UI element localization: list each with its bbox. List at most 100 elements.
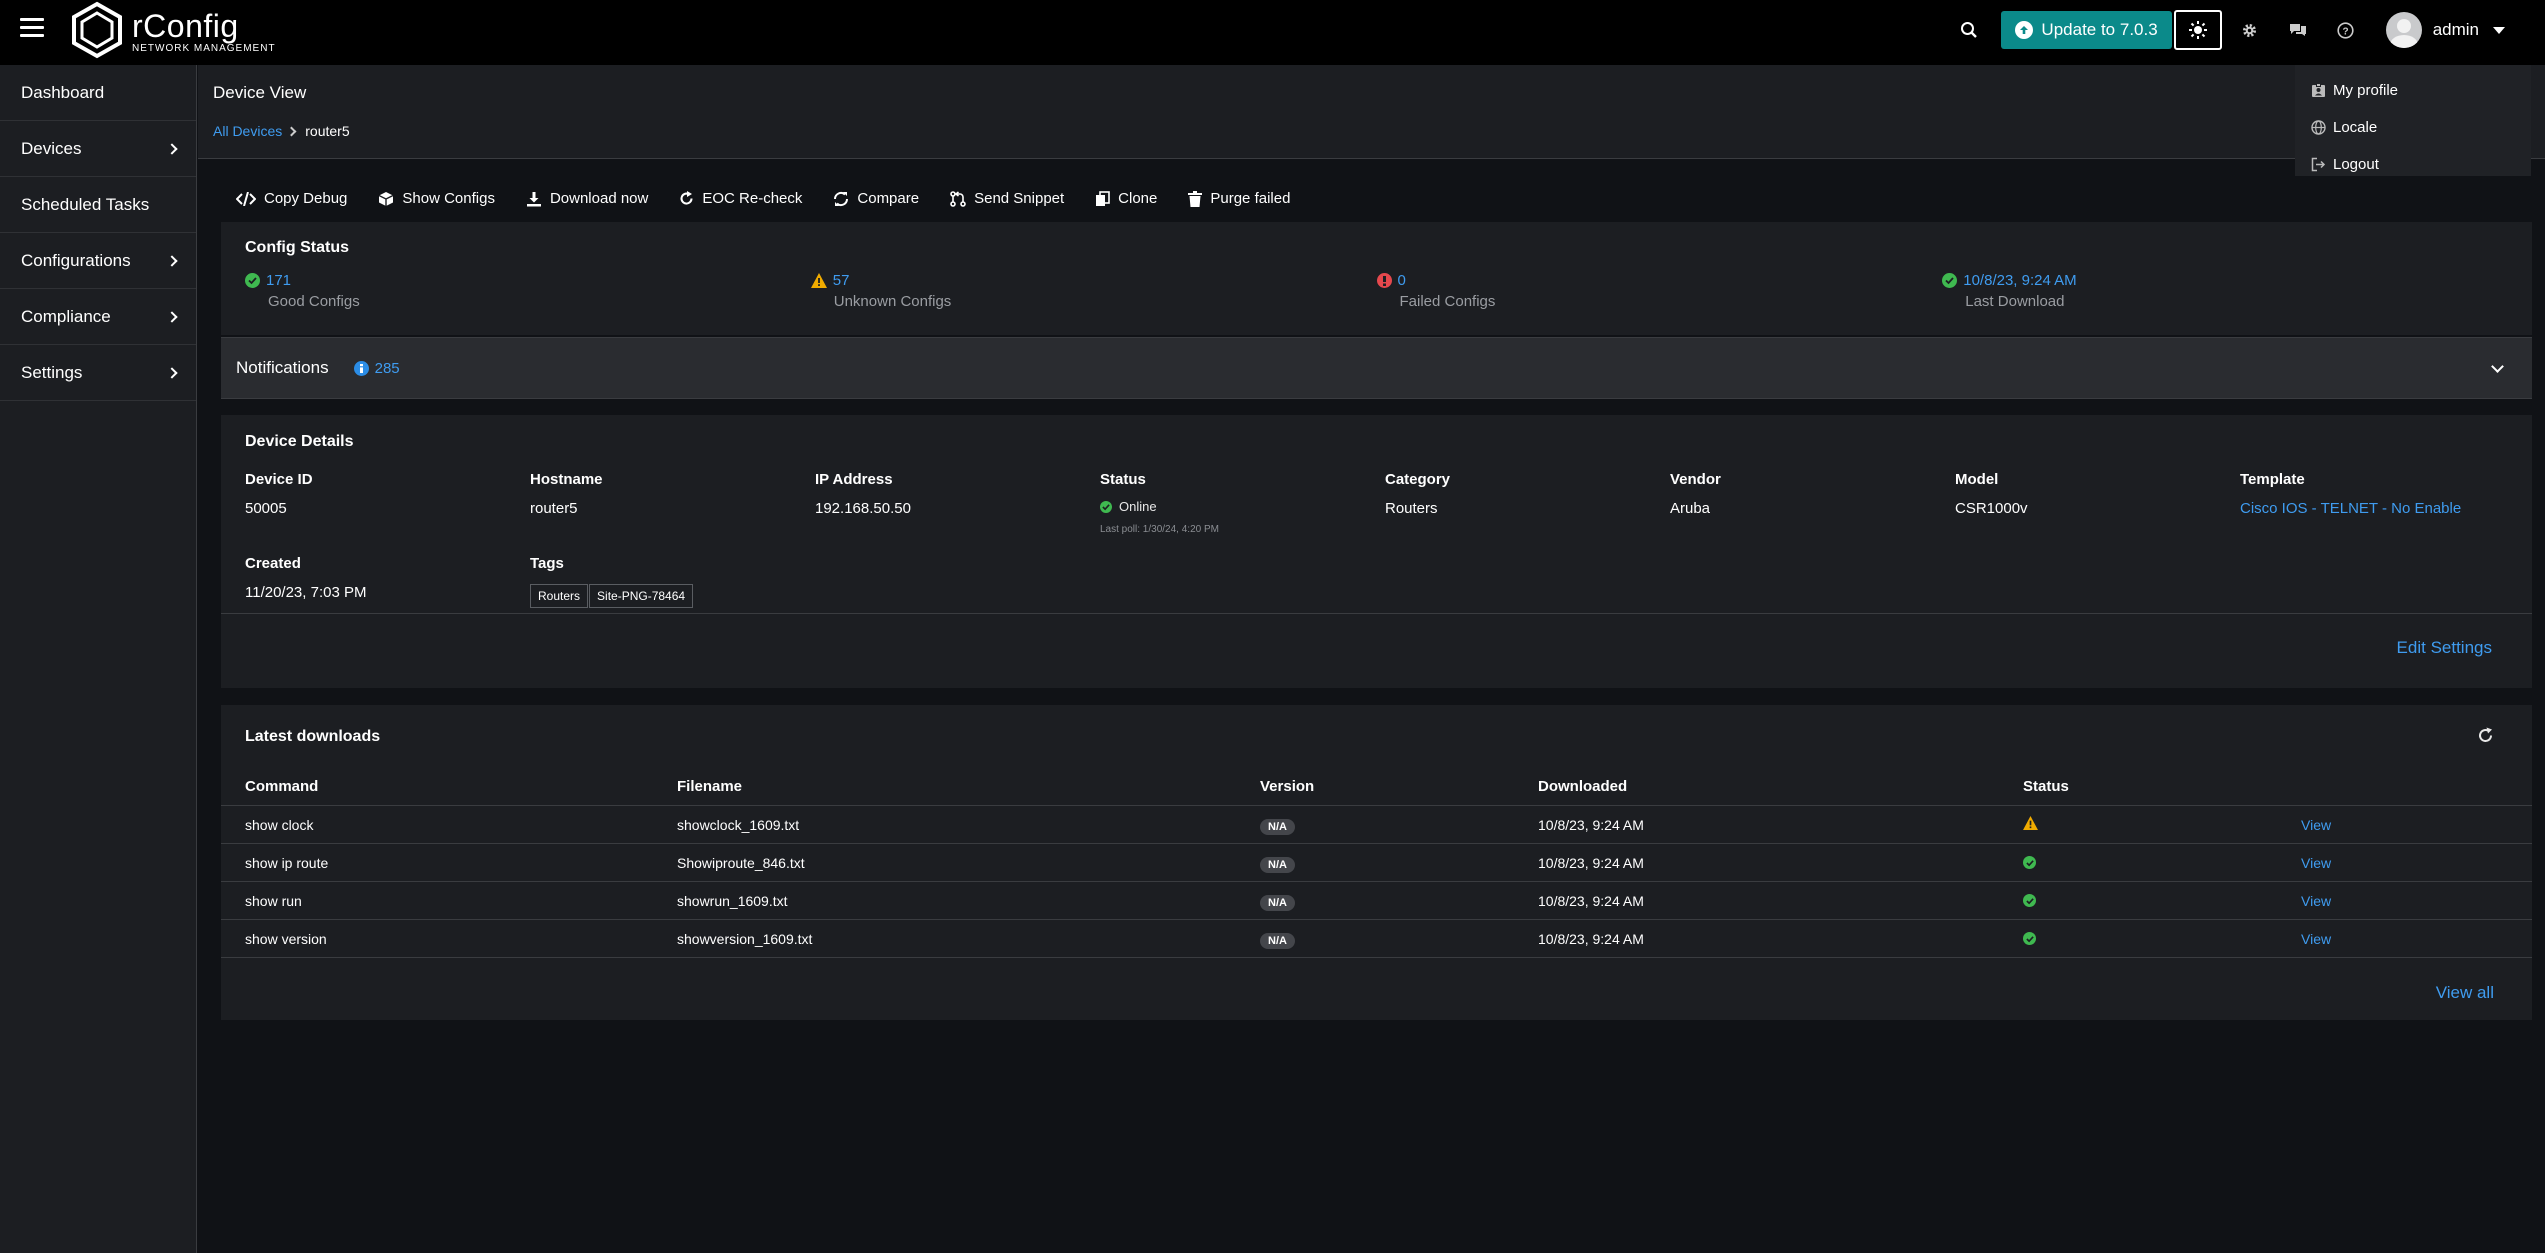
notifications-count-link[interactable]: 285 xyxy=(375,360,400,377)
user-dropdown-menu: My profile Locale Logout xyxy=(2295,65,2531,176)
menu-item-my-profile[interactable]: My profile xyxy=(2295,72,2531,109)
menu-item-label: Locale xyxy=(2333,119,2378,136)
field-key: Model xyxy=(1955,471,1999,488)
sidebar-item-label: Scheduled Tasks xyxy=(21,194,150,214)
chat-icon[interactable] xyxy=(2274,0,2322,60)
field-value: Aruba xyxy=(1670,500,1711,517)
trash-icon xyxy=(1188,190,1203,207)
command-cell: show clock xyxy=(245,816,314,833)
sidebar-item-compliance[interactable]: Compliance xyxy=(0,289,196,345)
check-circle-icon xyxy=(1100,500,1112,513)
model-field: Model CSR1000v xyxy=(1955,471,2240,535)
check-circle-icon xyxy=(2023,894,2036,907)
column-header: Status xyxy=(2023,777,2069,795)
sidebar-item-scheduled-tasks[interactable]: Scheduled Tasks xyxy=(0,177,196,233)
show-configs-button[interactable]: Show Configs xyxy=(378,190,495,207)
failed-configs-label: Failed Configs xyxy=(1399,293,1496,310)
sun-icon xyxy=(2188,21,2207,39)
column-header: Command xyxy=(245,777,319,795)
sidebar-item-settings[interactable]: Settings xyxy=(0,345,196,401)
user-menu-toggle[interactable]: admin xyxy=(2385,12,2545,48)
rconfig-logo-icon xyxy=(72,1,122,59)
send-snippet-button[interactable]: Send Snippet xyxy=(950,190,1064,207)
refresh-icon[interactable] xyxy=(2477,727,2494,744)
device-details-footer: Edit Settings xyxy=(221,613,2532,688)
view-all-link[interactable]: View all xyxy=(2436,983,2494,1003)
cube-icon xyxy=(379,191,394,206)
sidebar-item-label: Dashboard xyxy=(21,82,105,102)
good-configs-count-link[interactable]: 171 xyxy=(266,272,291,289)
page-header: Device View All Devices router5 xyxy=(198,65,2545,159)
device-toolbar: Copy Debug Show Configs Download now EOC… xyxy=(236,190,1321,207)
notifications-toggle[interactable]: Notifications 285 xyxy=(221,337,2532,399)
masthead: rConfig NETWORK MANAGEMENT Update to 7.0… xyxy=(0,0,2545,65)
sidebar: Dashboard Devices Scheduled Tasks Config… xyxy=(0,65,197,1253)
hamburger-menu-icon[interactable] xyxy=(20,18,44,42)
menu-item-label: My profile xyxy=(2333,82,2399,99)
download-icon xyxy=(526,191,541,206)
update-label: Update to 7.0.3 xyxy=(2041,20,2158,39)
redo-icon xyxy=(680,191,693,205)
id-badge-icon xyxy=(2312,83,2325,97)
help-icon[interactable]: ? xyxy=(2322,0,2370,60)
field-key: IP Address xyxy=(815,471,893,488)
compare-button[interactable]: Compare xyxy=(833,190,919,207)
table-row: show ip route Showiproute_846.txt N/A 10… xyxy=(221,844,2532,882)
clone-label: Clone xyxy=(1118,190,1158,207)
menu-item-locale[interactable]: Locale xyxy=(2295,109,2531,146)
warning-icon xyxy=(810,273,827,288)
edit-settings-link[interactable]: Edit Settings xyxy=(2397,638,2492,658)
sidebar-item-configurations[interactable]: Configurations xyxy=(0,233,196,289)
download-now-label: Download now xyxy=(549,190,649,207)
clone-icon xyxy=(1096,190,1110,206)
field-key: Category xyxy=(1385,471,1451,488)
notifications-count: 285 xyxy=(353,360,400,377)
avatar xyxy=(2385,12,2422,48)
search-icon[interactable] xyxy=(1945,0,1993,60)
check-circle-icon xyxy=(2023,932,2036,945)
filename-cell: showversion_1609.txt xyxy=(677,930,813,947)
last-download-link[interactable]: 10/8/23, 9:24 AM xyxy=(1963,272,2076,289)
compare-label: Compare xyxy=(857,190,920,207)
chevron-right-icon xyxy=(286,126,297,136)
copy-debug-button[interactable]: Copy Debug xyxy=(236,190,347,207)
theme-toggle-button[interactable] xyxy=(2173,10,2222,50)
chevron-right-icon xyxy=(166,366,178,379)
sidebar-item-label: Devices xyxy=(21,138,82,158)
view-link[interactable]: View xyxy=(2301,931,2331,947)
vendor-field: Vendor Aruba xyxy=(1670,471,1955,535)
template-link[interactable]: Cisco IOS - TELNET - No Enable xyxy=(2240,500,2461,517)
device-details-card: Device Details Device ID 50005 Hostname … xyxy=(221,415,2532,688)
chevron-right-icon xyxy=(166,142,178,155)
view-link[interactable]: View xyxy=(2301,893,2331,909)
purge-failed-button[interactable]: Purge failed xyxy=(1188,190,1290,207)
clone-button[interactable]: Clone xyxy=(1095,190,1157,207)
filename-cell: showrun_1609.txt xyxy=(677,892,788,909)
device-id-field: Device ID 50005 xyxy=(245,471,530,535)
downloaded-cell: 10/8/23, 9:24 AM xyxy=(1538,854,1644,871)
config-status-title: Config Status xyxy=(245,239,349,256)
unknown-configs-count-link[interactable]: 57 xyxy=(833,272,850,289)
view-link[interactable]: View xyxy=(2301,817,2331,833)
eoc-recheck-button[interactable]: EOC Re-check xyxy=(679,190,802,207)
failed-configs-count-link[interactable]: 0 xyxy=(1398,272,1406,289)
table-header-row: Command Filename Version Downloaded Stat… xyxy=(221,767,2532,806)
brand-logo[interactable]: rConfig NETWORK MANAGEMENT xyxy=(70,0,276,60)
code-branch-icon xyxy=(950,190,966,207)
gear-icon[interactable] xyxy=(2226,0,2274,60)
sidebar-item-label: Compliance xyxy=(21,306,111,326)
main-content: Device View All Devices router5 Copy Deb… xyxy=(198,65,2545,1253)
sidebar-item-devices[interactable]: Devices xyxy=(0,121,196,177)
check-circle-icon xyxy=(245,273,260,288)
table-row: show version showversion_1609.txt N/A 10… xyxy=(221,920,2532,958)
update-button[interactable]: Update to 7.0.3 xyxy=(2001,11,2172,49)
breadcrumb-all-devices-link[interactable]: All Devices xyxy=(213,123,282,139)
sidebar-item-dashboard[interactable]: Dashboard xyxy=(0,65,196,121)
field-value: 11/20/23, 7:03 PM xyxy=(245,584,367,601)
good-configs-label: Good Configs xyxy=(268,293,360,310)
menu-item-logout[interactable]: Logout xyxy=(2295,146,2531,183)
download-now-button[interactable]: Download now xyxy=(526,190,648,207)
view-link[interactable]: View xyxy=(2301,855,2331,871)
filename-cell: showclock_1609.txt xyxy=(677,816,800,833)
version-badge: N/A xyxy=(1260,894,1295,911)
